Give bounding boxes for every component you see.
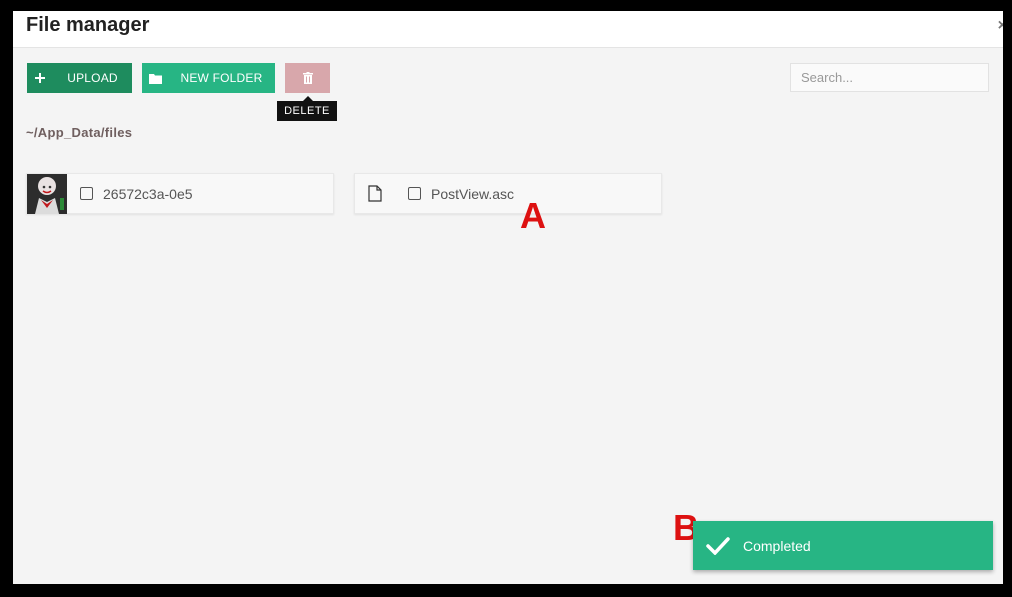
delete-button[interactable]: [285, 63, 330, 93]
file-item[interactable]: 26572c3a-0e5: [26, 173, 334, 214]
search-input[interactable]: [790, 63, 989, 92]
modal-title: File manager: [26, 14, 150, 36]
upload-button-label: UPLOAD: [67, 71, 118, 85]
delete-tooltip: DELETE: [277, 96, 337, 121]
folder-icon: [142, 73, 168, 84]
annotation-letter-a: A: [520, 195, 546, 236]
file-name: 26572c3a-0e5: [103, 185, 193, 202]
trash-icon: [295, 72, 321, 84]
modal-header: File manager ×: [13, 11, 1003, 48]
check-icon: [693, 536, 743, 555]
plus-icon: [27, 72, 53, 84]
file-item[interactable]: PostView.asc: [354, 173, 662, 214]
upload-button[interactable]: UPLOAD: [27, 63, 132, 93]
document-icon: [355, 185, 395, 202]
new-folder-button-label: NEW FOLDER: [180, 71, 263, 85]
completed-toast: Completed: [693, 521, 993, 570]
breadcrumb: ~/App_Data/files: [26, 125, 133, 140]
file-checkbox[interactable]: [80, 187, 93, 200]
new-folder-button[interactable]: NEW FOLDER: [142, 63, 275, 93]
close-button[interactable]: ×: [998, 17, 1003, 35]
file-name: PostView.asc: [431, 185, 515, 202]
toast-message: Completed: [743, 537, 811, 554]
file-thumbnail: [27, 173, 67, 214]
file-manager-modal: File manager × UPLOAD NEW FOLDER DELETE …: [13, 11, 1003, 584]
file-checkbox[interactable]: [408, 187, 421, 200]
